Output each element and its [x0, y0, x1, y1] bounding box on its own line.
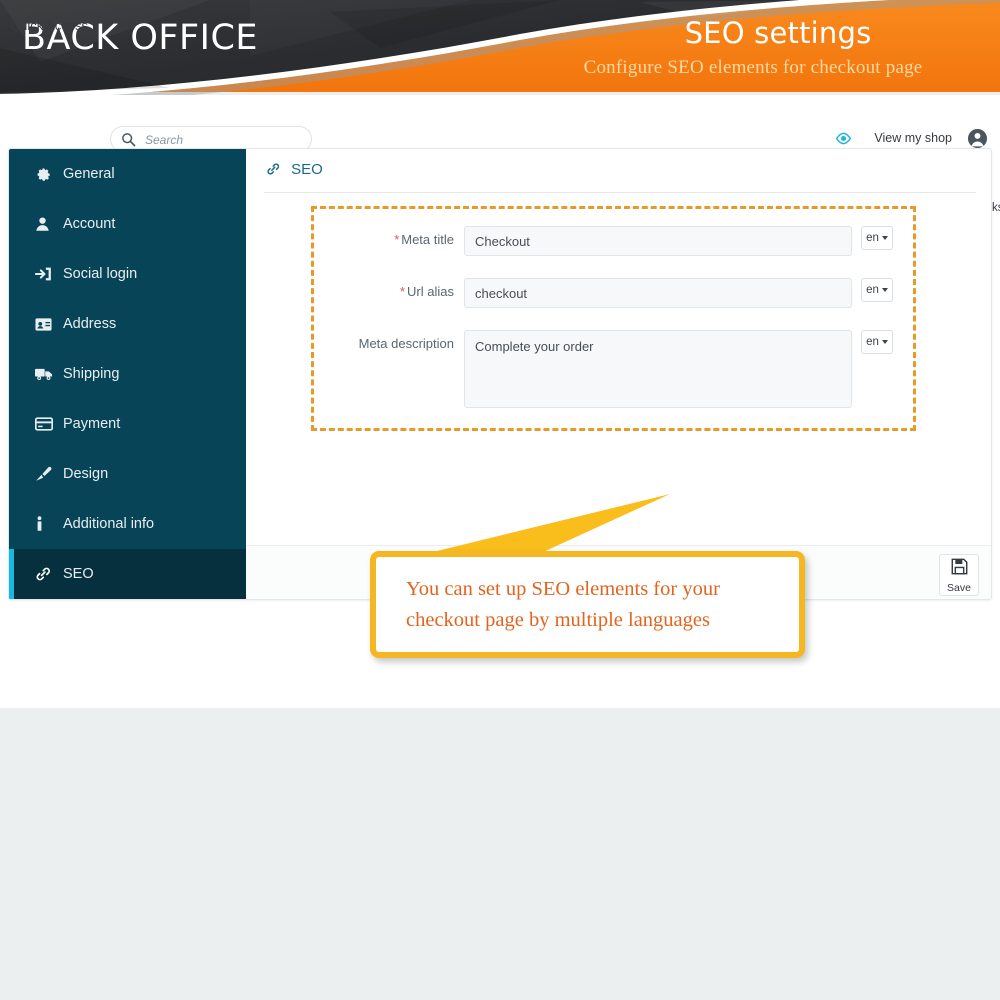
search-input[interactable]	[145, 130, 305, 150]
language-code: en	[866, 336, 879, 348]
seo-panel: SEO *Meta title en *Url alias en	[246, 149, 991, 599]
sidebar-item-seo[interactable]: SEO	[9, 549, 246, 599]
required-marker: *	[399, 284, 406, 299]
chevron-down-icon	[881, 288, 888, 292]
banner-title: SEO settings	[684, 16, 872, 50]
callout-line-1: You can set up SEO elements for your	[406, 577, 720, 600]
sidebar-item-account[interactable]: Account	[9, 199, 246, 249]
sidebar-item-additional-info[interactable]: Additional info	[9, 499, 246, 549]
meta-title-input[interactable]	[464, 226, 852, 256]
banner-subtitle: Configure SEO elements for checkout page	[583, 57, 923, 78]
save-button[interactable]: Save	[939, 554, 979, 596]
sign-in-icon	[35, 266, 63, 282]
quick-access-menu[interactable]: Quick Access	[10, 18, 100, 33]
callout-line-2: checkout page by multiple languages	[406, 608, 710, 631]
sidebar-item-label: Payment	[63, 416, 121, 432]
user-icon	[35, 216, 63, 232]
view-my-shop-link[interactable]: View my shop	[874, 131, 952, 145]
save-button-label: Save	[947, 581, 971, 594]
field-label-meta-title: * Meta title	[394, 232, 454, 247]
callout-text: You can set up SEO elements for your che…	[406, 574, 720, 636]
paint-brush-icon	[35, 466, 63, 482]
field-label-meta-description: Meta description	[358, 336, 454, 351]
url-alias-language-dropdown[interactable]: en	[861, 278, 893, 302]
required-marker: *	[394, 232, 400, 247]
sidebar-item-design[interactable]: Design	[9, 449, 246, 499]
meta-description-textarea[interactable]	[464, 330, 852, 408]
meta-description-language-dropdown[interactable]: en	[861, 330, 893, 354]
sidebar-item-label: Design	[63, 466, 109, 482]
settings-sidebar: General Account Social login Address Shi…	[9, 149, 246, 599]
meta-title-language-dropdown[interactable]: en	[861, 226, 893, 250]
sidebar-item-general[interactable]: General	[9, 149, 246, 199]
link-chain-icon	[35, 566, 63, 582]
quick-access-label: Quick Access	[10, 18, 89, 33]
floppy-disk-icon	[950, 557, 969, 581]
sidebar-item-label: General	[63, 166, 115, 182]
panel-title: SEO	[291, 161, 323, 178]
field-row-url-alias: *Url alias en	[284, 278, 893, 308]
page-banner: BACK OFFICE SEO settings Configure SEO e…	[0, 0, 1000, 100]
chevron-down-icon	[91, 23, 100, 28]
panel-divider	[264, 192, 976, 193]
credit-card-icon	[35, 417, 63, 431]
info-icon	[35, 516, 63, 532]
sidebar-item-label: Account	[63, 216, 116, 232]
sidebar-item-payment[interactable]: Payment	[9, 399, 246, 449]
callout-tooltip: You can set up SEO elements for your che…	[370, 551, 805, 658]
language-code: en	[866, 284, 879, 296]
field-row-meta-title: *Meta title en	[284, 226, 893, 256]
sidebar-item-label: Social login	[63, 266, 138, 282]
chevron-down-icon	[881, 236, 888, 240]
sidebar-item-shipping[interactable]: Shipping	[9, 349, 246, 399]
sidebar-item-social-login[interactable]: Social login	[9, 249, 246, 299]
configuration-card: General Account Social login Address Shi…	[8, 148, 992, 600]
url-alias-input[interactable]	[464, 278, 852, 308]
chevron-down-icon	[881, 340, 888, 344]
panel-header: SEO	[246, 149, 991, 189]
sidebar-item-label: SEO	[63, 566, 94, 582]
field-row-meta-description: Meta description en	[284, 330, 893, 408]
id-card-icon	[35, 317, 63, 332]
link-chain-icon	[266, 163, 285, 180]
truck-icon	[35, 367, 63, 381]
language-code: en	[866, 232, 879, 244]
gear-icon	[35, 166, 63, 182]
sidebar-item-label: Shipping	[63, 366, 120, 382]
sidebar-item-address[interactable]: Address	[9, 299, 246, 349]
field-label-url-alias: * Url alias	[399, 284, 454, 299]
sidebar-item-label: Address	[63, 316, 117, 332]
sidebar-item-label: Additional info	[63, 516, 155, 532]
